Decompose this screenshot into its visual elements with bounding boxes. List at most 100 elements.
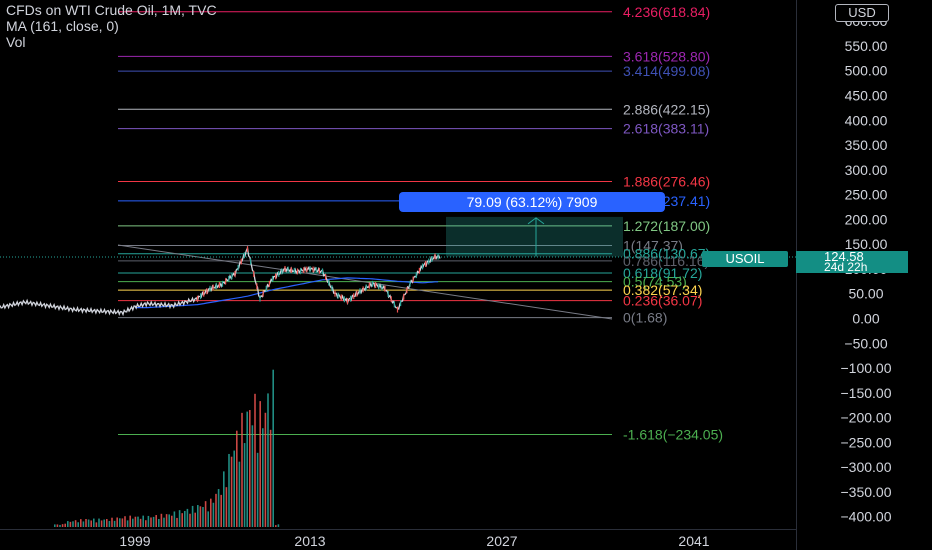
y-tick-label: −50.00 [844, 335, 887, 351]
volume-bar [197, 505, 199, 527]
volume-indicator-label[interactable]: Vol [6, 34, 217, 50]
volume-bar [100, 520, 103, 527]
price-range-measure[interactable] [446, 216, 623, 257]
volume-bar [137, 516, 139, 527]
volume-bar [171, 515, 173, 527]
volume-bar [61, 524, 64, 527]
volume-bar [249, 410, 251, 527]
volume-bar [238, 461, 241, 527]
y-tick-label: 350.00 [845, 137, 888, 153]
volume-bar [215, 493, 217, 527]
price-axis-border [796, 0, 797, 550]
volume-bar [194, 512, 196, 527]
volume-bar [256, 452, 259, 527]
time-axis-label-2041: 2041 [678, 533, 710, 549]
volume-bar [204, 501, 207, 527]
fib-level-label: 4.236(618.84) [623, 4, 710, 20]
fib-level-label: 0(1.68) [623, 310, 667, 326]
ma-indicator-label[interactable]: MA (161, close, 0) [6, 18, 217, 34]
time-axis-label-2027: 2027 [486, 533, 518, 549]
chart-legend: CFDs on WTI Crude Oil, 1M, TVC MA (161, … [6, 2, 217, 50]
volume-bar [230, 456, 233, 527]
volume-bar [90, 520, 92, 527]
volume-bar [207, 511, 209, 527]
volume-bar [220, 494, 222, 527]
volume-bar [80, 519, 82, 527]
volume-bar [186, 508, 189, 527]
fib-level-label: 3.414(499.08) [623, 63, 710, 79]
volume-bar [142, 515, 144, 527]
y-tick-label: 500.00 [845, 63, 888, 79]
volume-bar [243, 443, 246, 527]
volume-bar [124, 516, 126, 527]
y-tick-label: −400.00 [841, 509, 892, 525]
volume-bar [217, 489, 220, 527]
volume-bar [165, 514, 168, 527]
volume-bar [275, 525, 277, 527]
bar-countdown: 24d 22h [824, 260, 868, 274]
currency-button[interactable]: USD [835, 4, 889, 22]
volume-bar [155, 515, 157, 527]
y-tick-label: −150.00 [841, 385, 892, 401]
volume-bar [241, 412, 243, 527]
volume-bar [64, 523, 66, 527]
volume-bar [72, 521, 74, 527]
volume-bar [236, 430, 238, 527]
volume-bar [145, 520, 147, 527]
chart-canvas[interactable]: 4.236(618.84) 3.618(528.80)3.414(499.08) 2… [0, 0, 932, 550]
y-tick-label: 0.00 [852, 311, 879, 327]
y-tick-label: 550.00 [845, 38, 888, 54]
symbol-title[interactable]: CFDs on WTI Crude Oil, 1M, TVC [6, 2, 217, 18]
y-tick-label: 50.00 [848, 286, 883, 302]
volume-bar [277, 524, 280, 527]
volume-bar [67, 521, 69, 527]
y-tick-label: 400.00 [845, 112, 888, 128]
volume-bar [56, 524, 59, 527]
volume-bar [126, 520, 129, 527]
time-axis-label-2013: 2013 [294, 533, 326, 549]
volume-bar [228, 453, 230, 527]
measure-box [446, 216, 623, 257]
volume-bar [212, 502, 215, 527]
volume-bar [178, 510, 181, 527]
volume-bar [54, 524, 56, 527]
y-tick-label: 300.00 [845, 162, 888, 178]
volume-bar [85, 519, 87, 527]
volume-bar [82, 521, 85, 527]
last-price-label: 124.58 24d 22h [796, 250, 908, 274]
volume-bar [272, 369, 274, 527]
volume-bar [152, 516, 155, 527]
volume-bar [225, 487, 228, 527]
volume-bar [113, 520, 116, 527]
volume-bar [106, 519, 108, 527]
volume-bar [160, 513, 163, 527]
fib-level-label: 3.618(528.80) [623, 48, 710, 64]
volume-bar [246, 411, 248, 527]
volume-bar [210, 498, 212, 527]
volume-bar [119, 518, 121, 527]
fibonacci-extension[interactable]: 4.236(618.84) 3.618(528.80)3.414(499.08) 2… [118, 4, 723, 443]
fib-level-label: 1.886(276.46) [623, 173, 710, 189]
symbol-price-tag: USOIL [702, 251, 788, 267]
volume-bar [269, 429, 272, 527]
price-candles [0, 245, 441, 317]
volume-bar [176, 517, 178, 527]
fib-level-label: 2.618(383.11) [623, 121, 709, 137]
volume-bar [134, 516, 137, 527]
y-tick-label: 450.00 [845, 87, 888, 103]
fib-level-label: 2.886(422.15) [623, 101, 710, 117]
volume-bar [103, 519, 105, 527]
volume-bar [158, 519, 160, 527]
y-tick-label: 200.00 [845, 211, 888, 227]
volume-bar [121, 518, 124, 527]
volume-bar [77, 522, 79, 527]
time-axis-label-1999: 1999 [119, 533, 151, 549]
y-tick-label: 250.00 [845, 187, 888, 203]
volume-bar [108, 520, 111, 527]
volume-bar [150, 517, 152, 527]
volume-bar [147, 515, 150, 527]
volume-bar [267, 393, 269, 527]
volume-bar [233, 450, 235, 527]
volume-bar [95, 522, 98, 527]
volume-bar [202, 506, 204, 527]
